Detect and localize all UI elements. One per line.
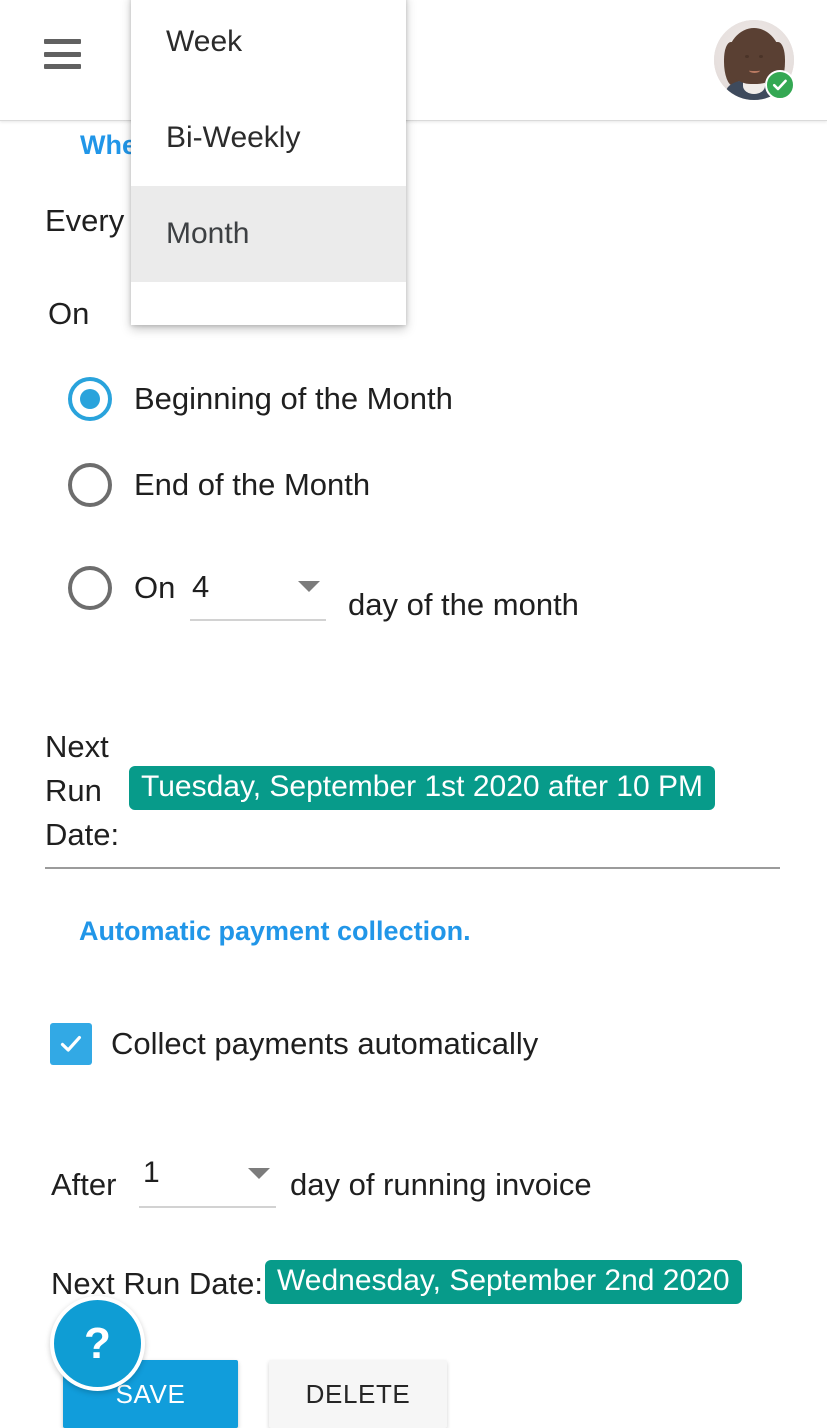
dropdown-option-week[interactable]: Week: [131, 0, 406, 90]
delete-button[interactable]: DELETE: [269, 1360, 447, 1428]
next-run-date-label-2: Next Run Date:: [51, 1266, 263, 1301]
day-of-month-select-value: 4: [192, 568, 210, 604]
collect-payments-checkbox-row[interactable]: Collect payments automatically: [50, 1023, 538, 1065]
avatar-mouth: [749, 68, 760, 73]
app-bar: [0, 0, 827, 121]
frequency-dropdown-menu[interactable]: Week Bi-Weekly Month: [131, 0, 406, 325]
automatic-payment-title: Automatic payment collection.: [79, 916, 471, 946]
radio-on-day-label: On: [134, 570, 176, 605]
next-run-date-label-1-line2: Date:: [45, 817, 120, 852]
collect-payments-checkbox-label: Collect payments automatically: [111, 1026, 539, 1061]
help-button[interactable]: ?: [50, 1296, 145, 1391]
radio-beginning-of-month-icon[interactable]: [68, 377, 112, 421]
dropdown-option-bi-weekly-label: Bi-Weekly: [166, 121, 301, 154]
after-label: After: [51, 1167, 117, 1202]
dropdown-option-month[interactable]: Month: [131, 186, 406, 282]
next-run-date-label-1-line1: Next Run: [45, 729, 109, 808]
after-days-select[interactable]: 1: [139, 1148, 276, 1208]
chevron-down-icon: [248, 1167, 270, 1179]
radio-option-beginning-of-month[interactable]: Beginning of the Month: [68, 377, 453, 421]
dropdown-bottom-padding: [131, 282, 406, 325]
radio-on-day-icon[interactable]: [68, 566, 112, 610]
radio-beginning-of-month-label: Beginning of the Month: [134, 381, 453, 416]
every-label: Every: [45, 203, 125, 238]
after-days-suffix-label: day of running invoice: [290, 1167, 592, 1202]
radio-end-of-month-icon[interactable]: [68, 463, 112, 507]
radio-option-on-day[interactable]: On: [68, 566, 175, 610]
verified-check-icon: [765, 70, 795, 100]
dropdown-option-bi-weekly[interactable]: Bi-Weekly: [131, 90, 406, 186]
hamburger-bar-1: [44, 39, 81, 44]
dropdown-option-week-label: Week: [166, 25, 243, 58]
hamburger-bar-2: [44, 51, 81, 57]
chevron-down-icon: [298, 580, 320, 592]
hamburger-menu-icon[interactable]: [44, 39, 81, 69]
section-divider: [45, 867, 780, 869]
after-days-select-value: 1: [143, 1156, 160, 1189]
avatar-eye-left: [745, 55, 749, 58]
next-run-date-label-1: Next Run Date:: [45, 725, 140, 857]
avatar[interactable]: [714, 20, 795, 100]
dropdown-option-month-label: Month: [166, 217, 250, 250]
day-of-month-select[interactable]: 4: [190, 561, 326, 621]
radio-option-end-of-month[interactable]: End of the Month: [68, 463, 370, 507]
checkmark-icon[interactable]: [50, 1023, 92, 1065]
day-of-month-suffix-label: day of the month: [348, 587, 579, 622]
hamburger-bar-3: [44, 64, 81, 69]
avatar-eye-right: [759, 55, 763, 58]
next-run-date-value-2: Wednesday, September 2nd 2020: [265, 1260, 742, 1304]
next-run-date-value-1: Tuesday, September 1st 2020 after 10 PM: [129, 766, 715, 810]
on-label: On: [48, 296, 90, 331]
radio-end-of-month-label: End of the Month: [134, 467, 371, 502]
